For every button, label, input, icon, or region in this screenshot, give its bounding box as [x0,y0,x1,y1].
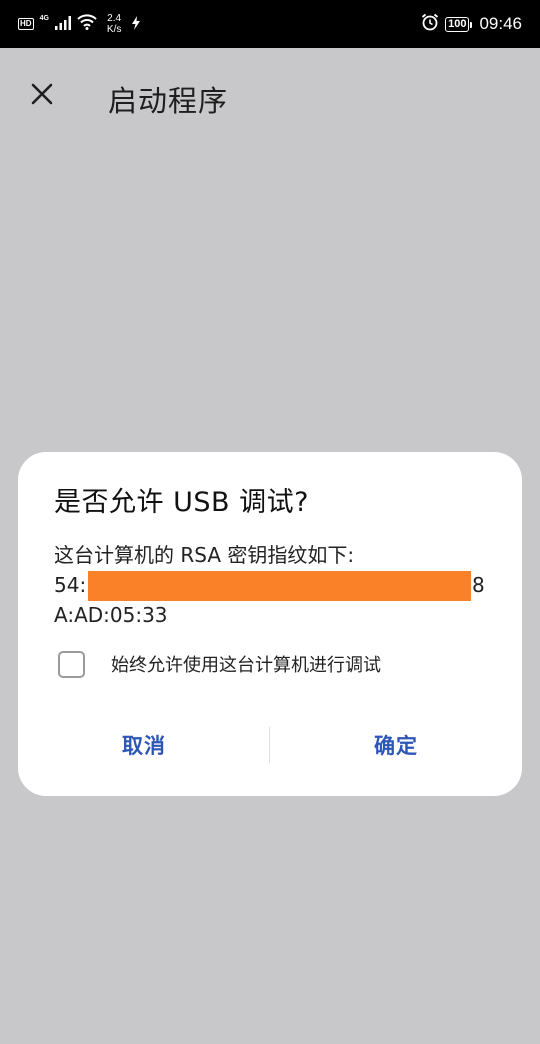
network-type: 4G [39,14,49,22]
fingerprint-line: 54: 8 [54,570,494,601]
always-allow-label[interactable]: 始终允许使用这台计算机进行调试 [111,651,381,677]
battery-indicator: 100 [445,16,473,32]
close-button[interactable] [22,76,62,116]
fingerprint-prefix: 54: [54,573,87,597]
signal-icon [54,15,71,34]
dialog-message: 这台计算机的 RSA 密钥指纹如下: 54: 8 A:AD:05:33 [54,540,494,630]
fingerprint-end: A:AD:05:33 [54,603,168,627]
always-allow-row[interactable]: 始终允许使用这台计算机进行调试 [58,648,381,680]
close-icon [31,83,53,109]
charging-bolt-icon [131,15,141,34]
redaction-block [88,571,471,601]
status-bar-left: HD 4G 2.4 K/s [18,0,141,48]
usb-debugging-dialog: 是否允许 USB 调试? 这台计算机的 RSA 密钥指纹如下: 54: 8 A:… [18,452,522,796]
always-allow-checkbox[interactable] [58,650,85,678]
speed-value: 2.4 [107,13,122,24]
fingerprint-intro: 这台计算机的 RSA 密钥指纹如下: [54,543,355,567]
fingerprint-suffix: 8 [472,573,485,597]
app-bar: 启动程序 [0,48,540,148]
clock: 09:46 [479,14,522,33]
confirm-button[interactable]: 确定 [270,720,522,770]
dialog-title: 是否允许 USB 调试? [54,487,309,518]
wifi-icon [77,14,97,34]
status-bar: HD 4G 2.4 K/s 100 09:46 [0,0,540,48]
hd-badge: HD [18,18,34,30]
cancel-button[interactable]: 取消 [18,720,270,770]
dialog-buttons: 取消 确定 [18,720,522,770]
alarm-icon [421,13,439,35]
speed-unit: K/s [106,24,122,35]
network-speed: 2.4 K/s [107,13,121,35]
page-title: 启动程序 [108,84,229,118]
status-bar-right: 100 09:46 [421,0,522,48]
